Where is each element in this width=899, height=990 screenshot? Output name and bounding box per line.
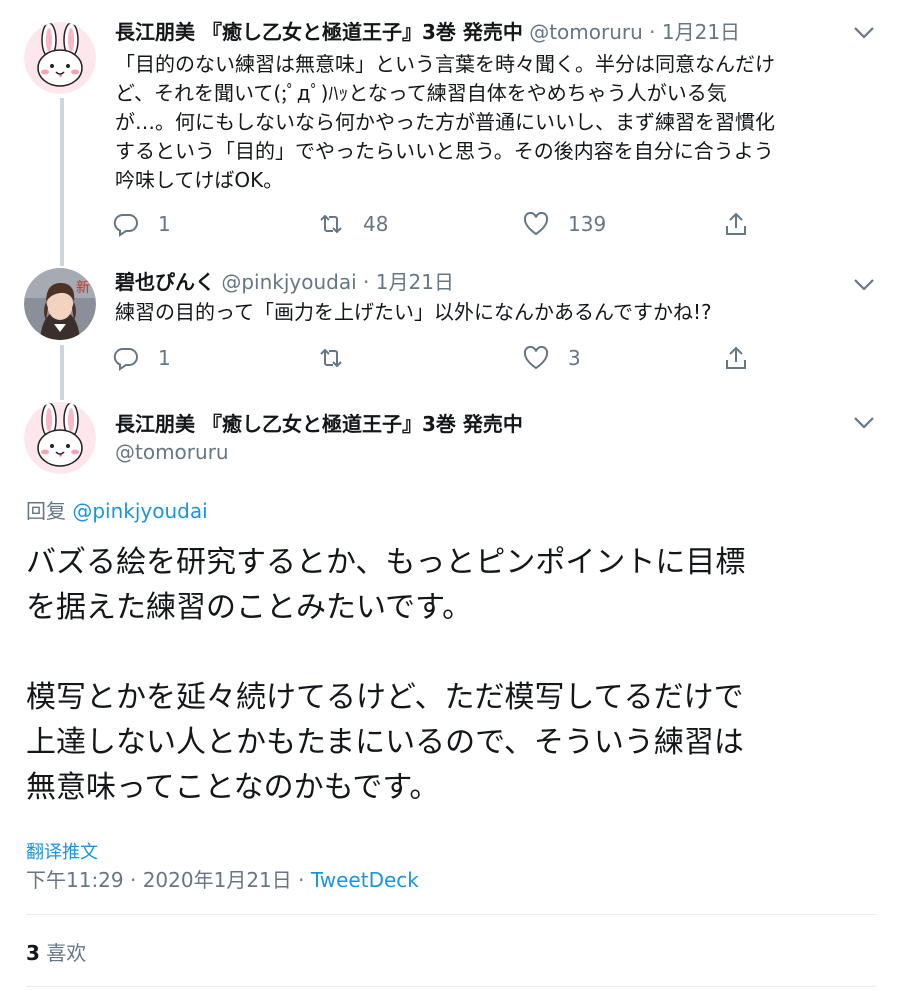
like-count: 3 <box>568 346 581 370</box>
heart-icon <box>523 211 549 236</box>
retweet-button[interactable] <box>317 344 363 372</box>
thread-line <box>60 345 64 400</box>
heart-icon <box>523 345 549 370</box>
tweet-text: 「目的のない練習は無意味」という言葉を時々聞く。半分は同意なんだけ ど、それを聞… <box>115 50 885 195</box>
retweet-count: 48 <box>363 212 389 236</box>
display-name[interactable]: 碧也ぴんく <box>115 270 215 294</box>
user-handle[interactable]: @tomoruru <box>115 440 229 464</box>
replying-to: 回复 @pinkjyoudai <box>26 495 208 524</box>
tweet-header: 碧也ぴんく @pinkjyoudai · 1月21日 <box>115 268 454 296</box>
retweet-icon <box>320 348 342 368</box>
divider <box>26 914 876 915</box>
user-handle[interactable]: @pinkjyoudai <box>221 270 356 294</box>
source-link[interactable]: TweetDeck <box>311 868 419 892</box>
chevron-down-icon[interactable] <box>850 22 878 44</box>
separator-dot: · <box>649 20 656 44</box>
separator-dot: · <box>363 270 370 294</box>
reply-button[interactable]: 1 <box>112 210 171 238</box>
svg-text:新: 新 <box>76 280 90 296</box>
text-line: するという「目的」でやったらいいと思う。その後内容を自分に合うよう <box>115 139 774 163</box>
tweet-text: 練習の目的って「画力を上げたい」以外になんかあるんですかね!? <box>115 300 712 324</box>
reply-button[interactable]: 1 <box>112 344 171 372</box>
reply-count: 1 <box>158 212 171 236</box>
text-line: ど、それを聞いて(;ﾟдﾟ)ﾊｯとなって練習自体をやめちゃう人がいる気 <box>115 81 727 105</box>
user-handle[interactable]: @tomoruru <box>529 20 643 44</box>
like-button[interactable]: 139 <box>522 210 606 238</box>
retweet-icon <box>320 214 342 234</box>
tweet-text: バズる絵を研究するとか、もっとピンポイントに目標 を据えた練習のことみたいです。… <box>26 540 886 855</box>
retweet-button[interactable]: 48 <box>317 210 388 238</box>
tweet-date[interactable]: 1月21日 <box>376 270 454 294</box>
display-name[interactable]: 長江朋美 『癒し乙女と極道王子』3巻 発売中 <box>115 20 523 44</box>
thread-line <box>60 98 64 266</box>
tweet-meta: 下午11:29 · 2020年1月21日 · TweetDeck <box>26 864 419 893</box>
chevron-down-icon[interactable] <box>850 274 878 296</box>
text-line: 模写とかを延々続けてるけど、ただ模写してるだけで <box>26 680 744 715</box>
text-line: 「目的のない練習は無意味」という言葉を時々聞く。半分は同意なんだけ <box>115 52 775 76</box>
translate-tweet-link[interactable]: 翻译推文 <box>26 838 98 864</box>
reply-icon <box>113 213 138 237</box>
share-button[interactable] <box>722 210 750 238</box>
tweet-actions: 1 48 139 <box>112 210 772 242</box>
text-line: を据えた練習のことみたいです。 <box>26 590 473 625</box>
share-icon <box>726 212 746 235</box>
mention-link[interactable]: @pinkjyoudai <box>72 499 207 523</box>
chevron-down-icon[interactable] <box>850 412 878 434</box>
avatar[interactable] <box>24 22 96 94</box>
tweet-actions: 1 3 <box>112 344 772 376</box>
reply-icon <box>113 347 138 371</box>
timestamp[interactable]: 下午11:29 · 2020年1月21日 · <box>26 868 311 892</box>
paragraph: バズる絵を研究するとか、もっとピンポイントに目標 を据えた練習のことみたいです。 <box>26 540 886 630</box>
likes-label: 喜欢 <box>39 941 87 965</box>
tweet-header: 長江朋美 『癒し乙女と極道王子』3巻 発売中 @tomoruru · 1月21日 <box>115 18 740 46</box>
avatar[interactable]: 新 <box>24 268 96 340</box>
reply-prefix: 回复 <box>26 499 66 523</box>
tweet-date[interactable]: 1月21日 <box>662 20 740 44</box>
likes-count: 3 <box>26 941 40 965</box>
share-button[interactable] <box>722 344 750 372</box>
share-icon <box>726 346 746 369</box>
paragraph: 模写とかを延々続けてるけど、ただ模写してるだけで 上達しない人とかもたまにいるの… <box>26 675 886 810</box>
text-line: バズる絵を研究するとか、もっとピンポイントに目標 <box>26 545 746 580</box>
like-count: 139 <box>568 212 607 236</box>
text-line: 上達しない人とかもたまにいるので、そういう練習は <box>26 725 744 760</box>
reply-count: 1 <box>158 346 171 370</box>
avatar[interactable] <box>24 402 96 474</box>
text-line: が…。何にもしないなら何かやった方が普通にいいし、まず練習を習慣化 <box>115 110 775 134</box>
text-line: 吟味してけばOK。 <box>115 168 284 192</box>
divider <box>26 986 876 987</box>
display-name[interactable]: 長江朋美 『癒し乙女と極道王子』3巻 発売中 <box>115 408 523 437</box>
text-line: 無意味ってことなのかもです。 <box>26 770 440 805</box>
like-button[interactable]: 3 <box>522 344 581 372</box>
likes-stat[interactable]: 3 喜欢 <box>26 937 86 966</box>
